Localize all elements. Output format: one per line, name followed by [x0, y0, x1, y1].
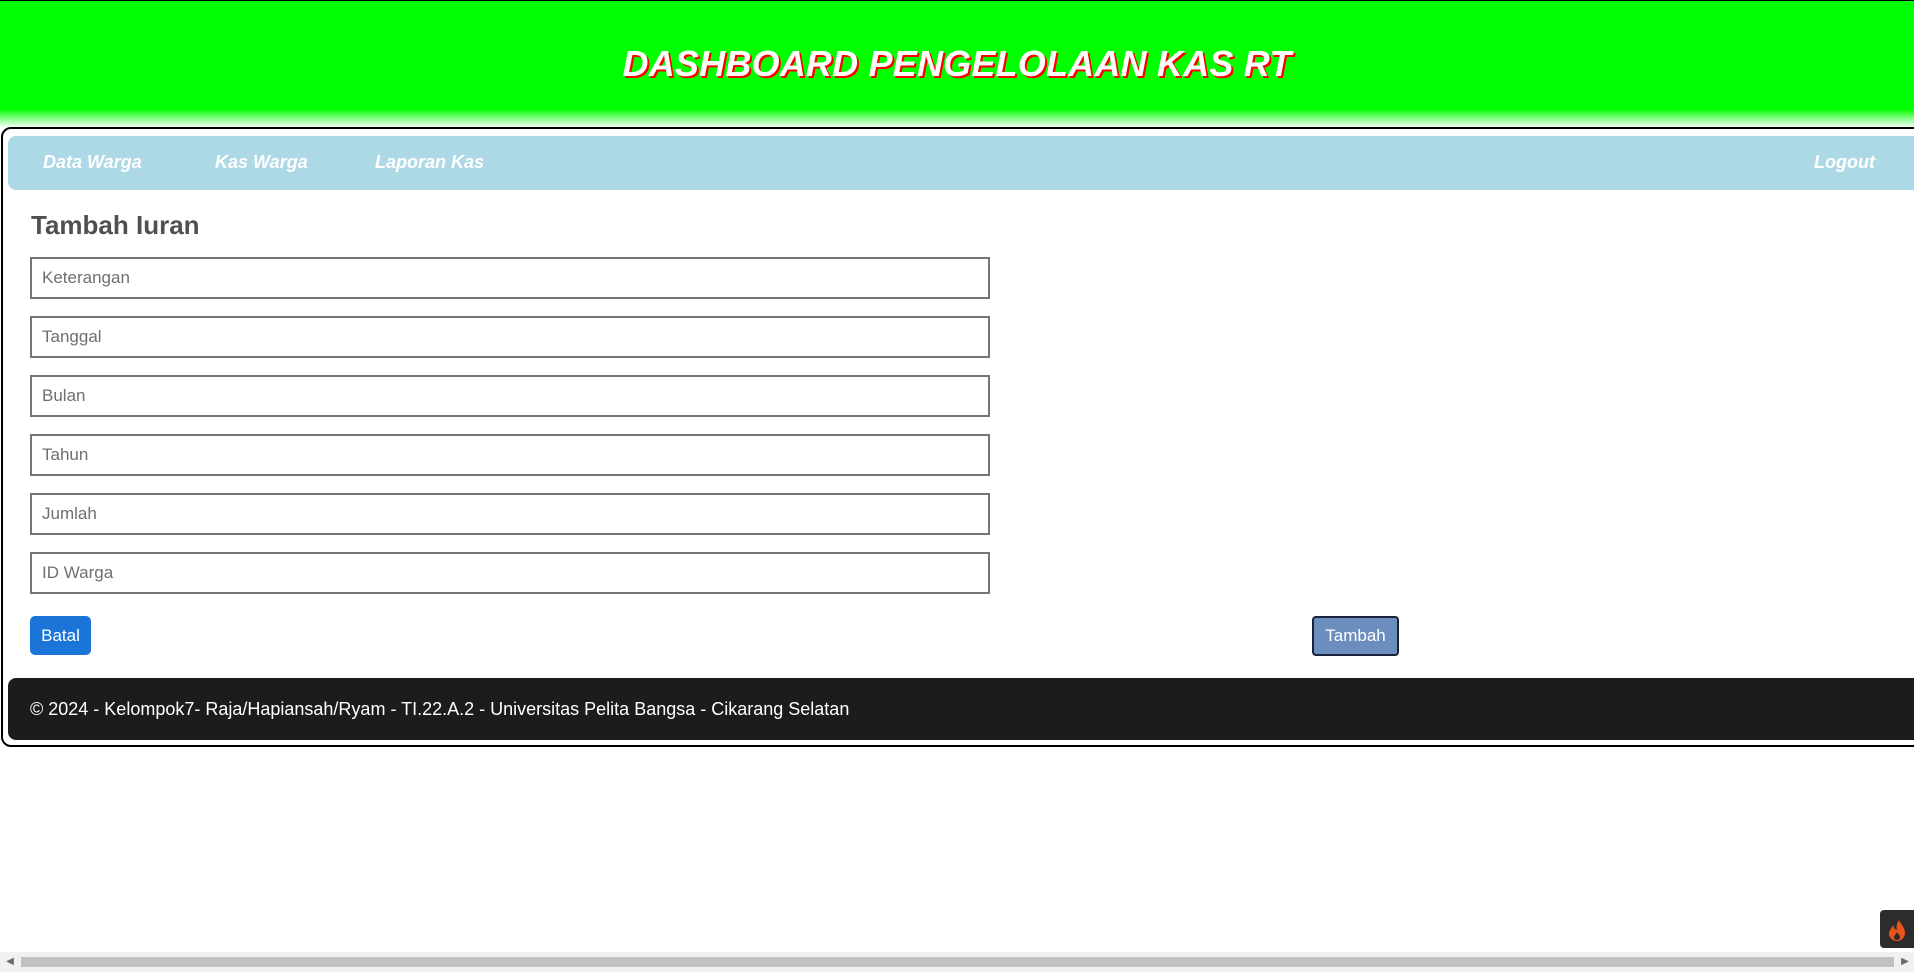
page-footer: © 2024 - Kelompok7- Raja/Hapiansah/Ryam …	[8, 678, 1914, 740]
cancel-button[interactable]: Batal	[30, 616, 91, 655]
nav-item-kas-warga[interactable]: Kas Warga	[215, 152, 308, 173]
page-header: DASHBOARD PENGELOLAAN KAS RT	[0, 0, 1914, 127]
flame-icon	[1889, 920, 1905, 941]
scrollbar-thumb[interactable]	[21, 957, 1894, 967]
jumlah-input[interactable]	[30, 493, 990, 535]
id-warga-input[interactable]	[30, 552, 990, 594]
tanggal-input[interactable]	[30, 316, 990, 358]
navbar: Data Warga Kas Warga Laporan Kas Logout	[8, 136, 1914, 190]
debug-toolbar-widget[interactable]	[1880, 910, 1914, 948]
footer-copyright: © 2024 - Kelompok7- Raja/Hapiansah/Ryam …	[30, 699, 850, 719]
add-button[interactable]: Tambah	[1312, 616, 1399, 656]
tahun-input[interactable]	[30, 434, 990, 476]
nav-item-laporan-kas[interactable]: Laporan Kas	[375, 152, 484, 173]
chevron-left-icon[interactable]: ◀	[3, 956, 17, 968]
nav-item-data-warga[interactable]: Data Warga	[43, 152, 142, 173]
horizontal-scrollbar[interactable]: ◀ ▶	[0, 952, 1914, 972]
chevron-right-icon[interactable]: ▶	[1898, 956, 1912, 968]
bulan-input[interactable]	[30, 375, 990, 417]
keterangan-input[interactable]	[30, 257, 990, 299]
page-title: DASHBOARD PENGELOLAAN KAS RT	[622, 43, 1292, 84]
nav-item-logout[interactable]: Logout	[1814, 152, 1875, 173]
form-title: Tambah Iuran	[31, 210, 200, 240]
